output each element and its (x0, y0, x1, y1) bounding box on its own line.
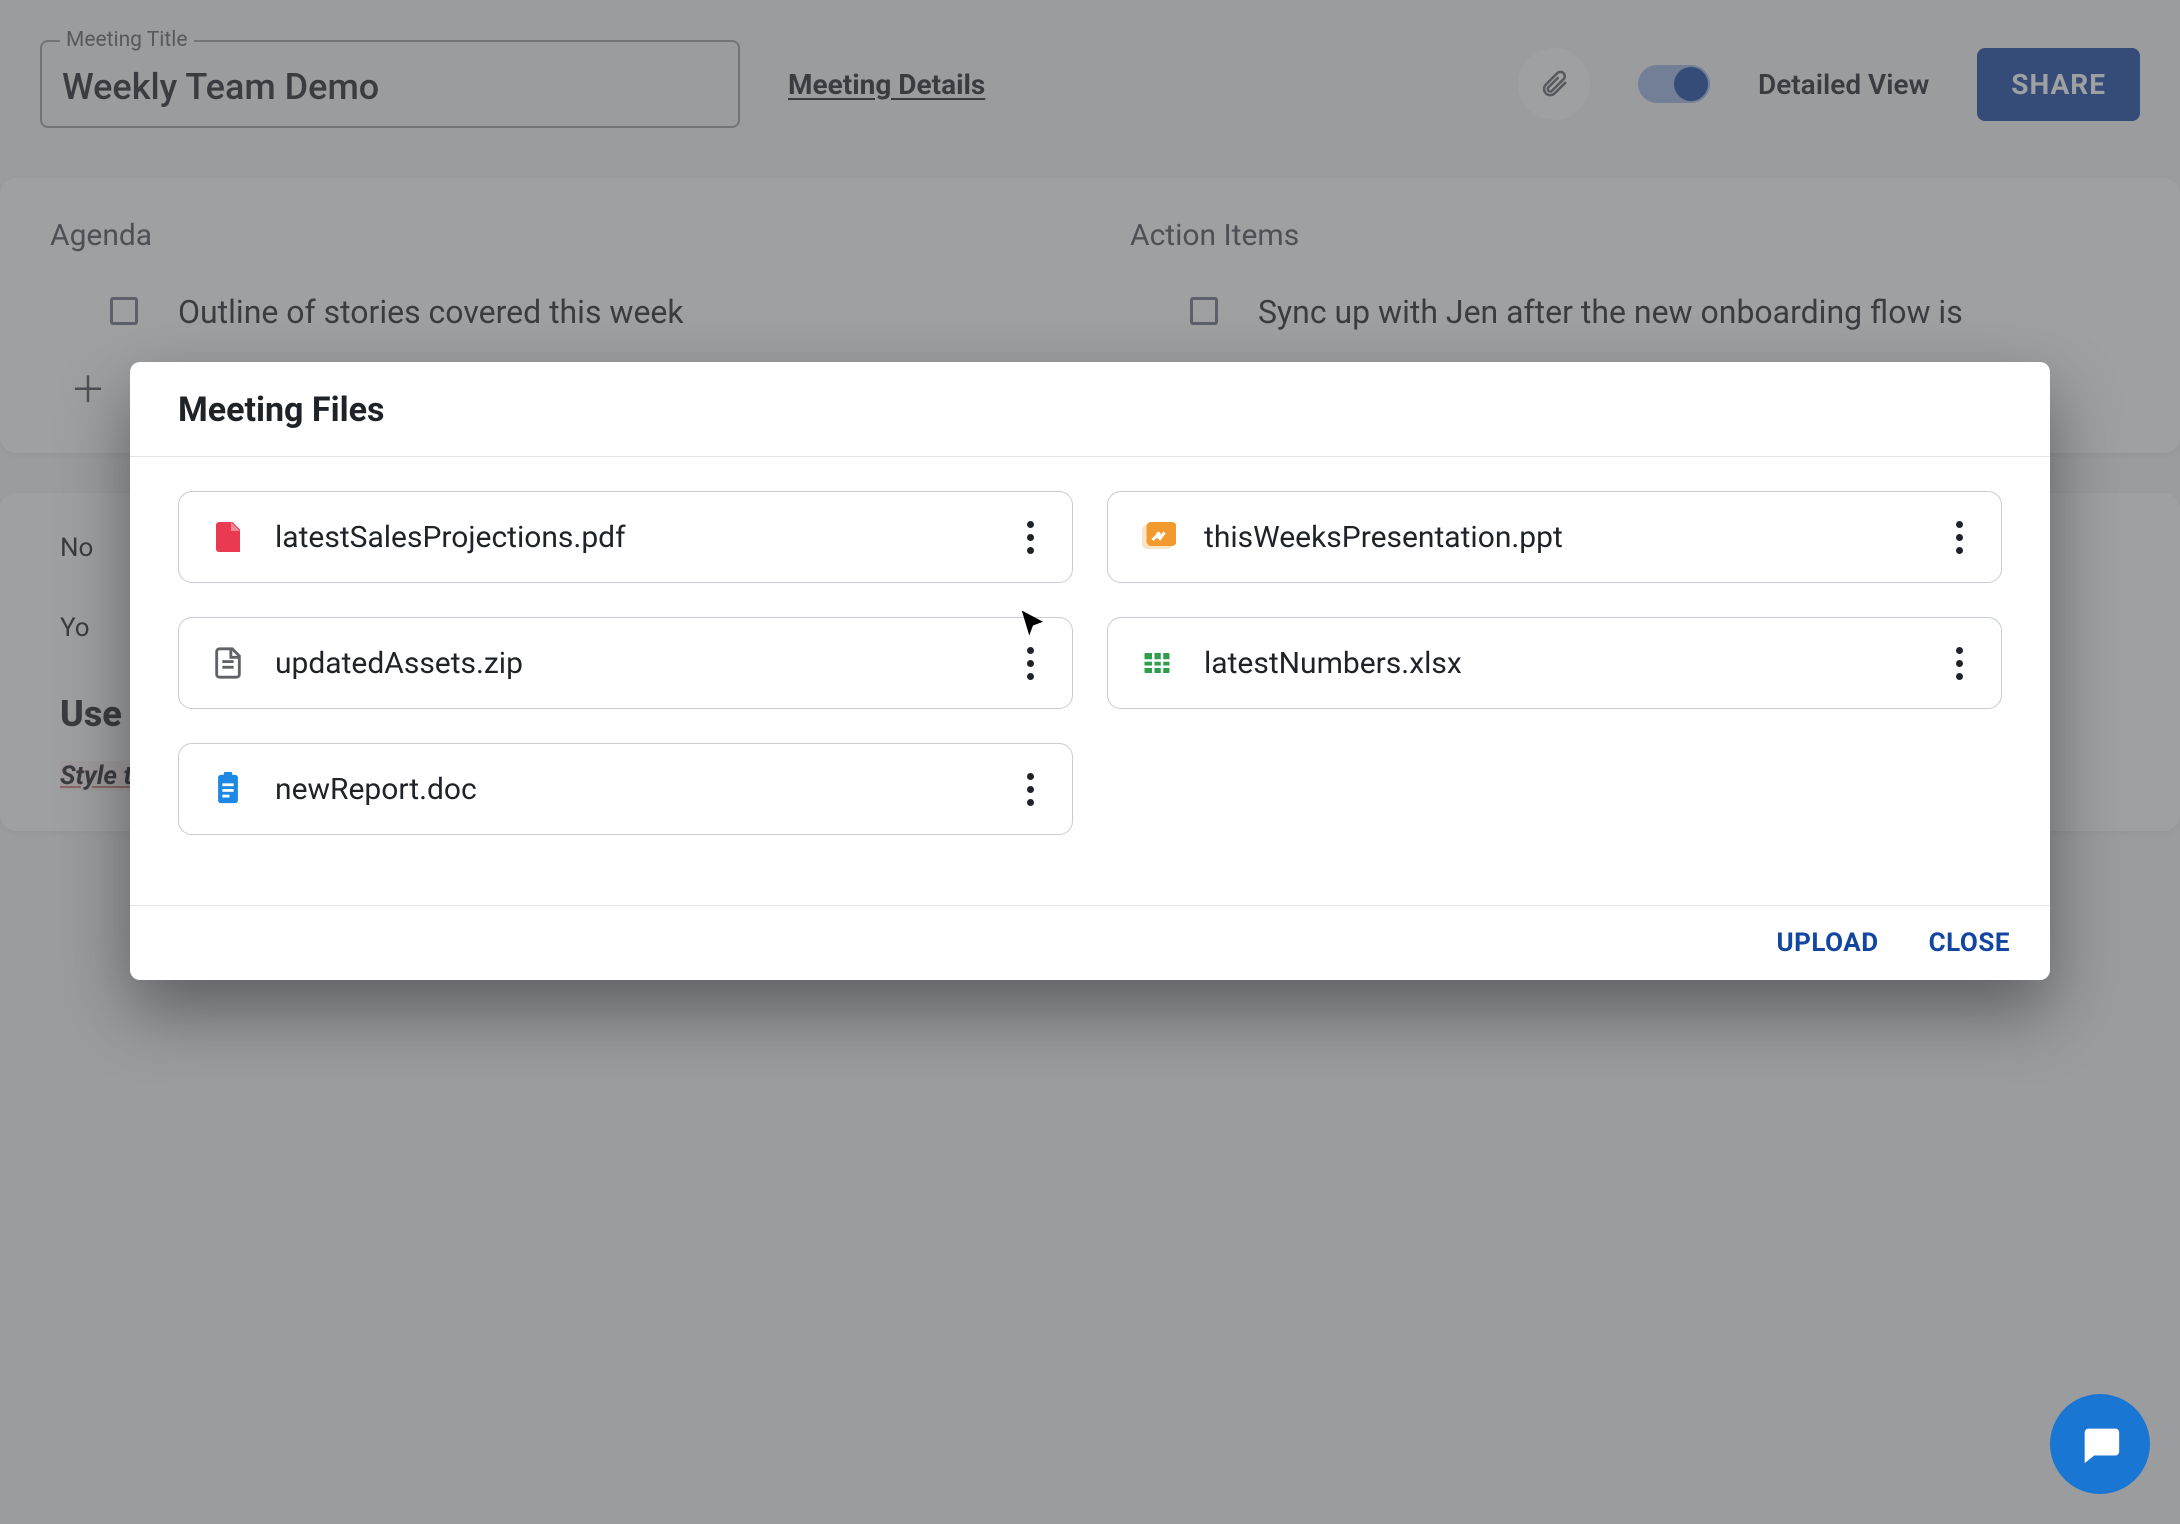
file-card[interactable]: thisWeeksPresentation.ppt (1107, 491, 2002, 583)
file-menu-button[interactable] (1947, 647, 1971, 680)
chat-icon (2077, 1421, 2123, 1467)
meeting-files-modal: Meeting Files latestSalesProjections.pdf… (130, 362, 2050, 980)
close-button[interactable]: CLOSE (1929, 928, 2010, 958)
xlsx-file-icon (1138, 644, 1176, 682)
file-name: thisWeeksPresentation.ppt (1204, 520, 1919, 555)
zip-file-icon (209, 644, 247, 682)
file-name: newReport.doc (275, 772, 990, 807)
file-card[interactable]: latestSalesProjections.pdf (178, 491, 1073, 583)
intercom-launcher[interactable] (2050, 1394, 2150, 1494)
file-name: latestSalesProjections.pdf (275, 520, 990, 555)
modal-title: Meeting Files (178, 390, 2002, 430)
file-menu-button[interactable] (1018, 773, 1042, 806)
ppt-file-icon (1138, 518, 1176, 556)
file-name: latestNumbers.xlsx (1204, 646, 1919, 681)
upload-button[interactable]: UPLOAD (1777, 928, 1879, 958)
file-card[interactable]: updatedAssets.zip (178, 617, 1073, 709)
file-card[interactable]: newReport.doc (178, 743, 1073, 835)
file-name: updatedAssets.zip (275, 646, 990, 681)
file-card[interactable]: latestNumbers.xlsx (1107, 617, 2002, 709)
doc-file-icon (209, 770, 247, 808)
pdf-file-icon (209, 518, 247, 556)
file-menu-button[interactable] (1018, 521, 1042, 554)
file-menu-button[interactable] (1947, 521, 1971, 554)
file-menu-button[interactable] (1018, 647, 1042, 680)
